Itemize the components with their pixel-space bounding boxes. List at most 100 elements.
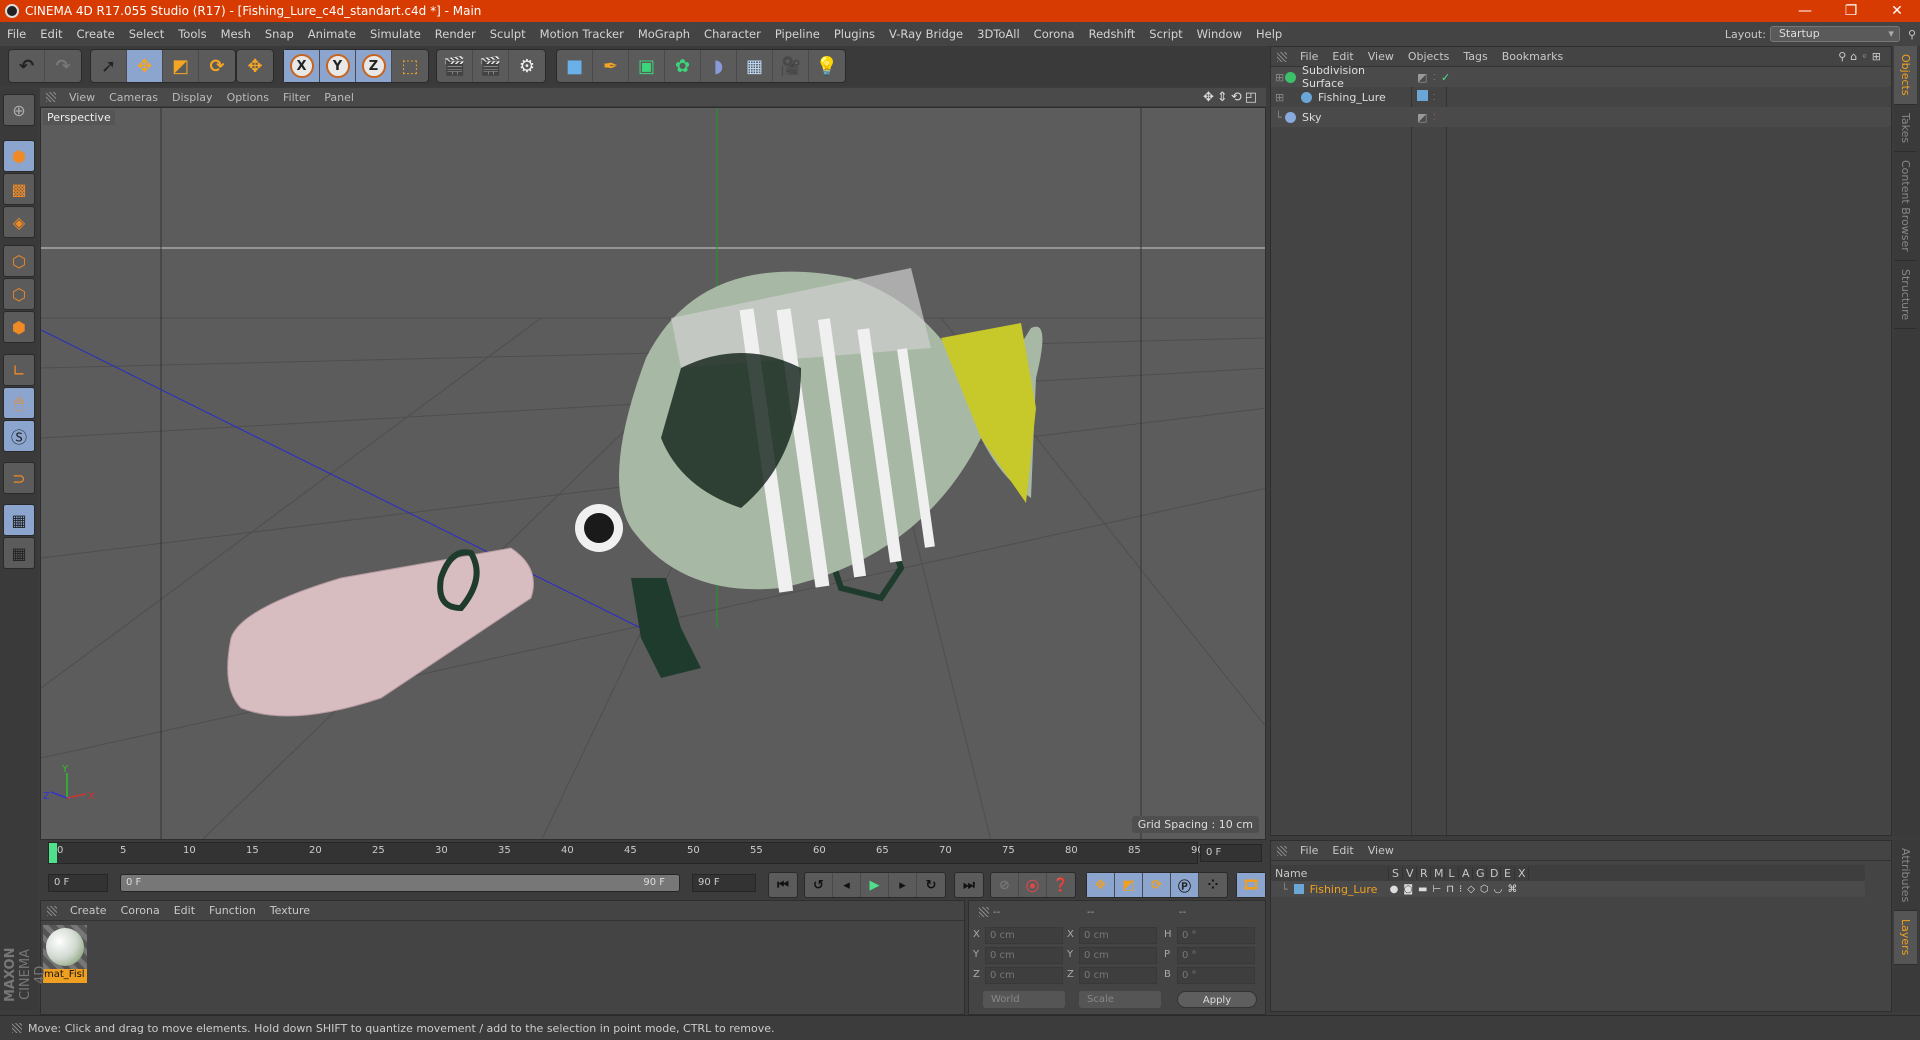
panel-grip[interactable] [47,905,57,916]
next-frame-icon[interactable]: ▸ [889,873,917,897]
object-menu-tags[interactable]: Tags [1456,50,1494,63]
model-mode-icon[interactable]: ⬢ [3,140,35,172]
object-row[interactable]: └ Sky ◩ ⁚ [1271,107,1891,127]
enable-axis-icon[interactable]: ∟ [3,354,35,386]
coord-field-v3[interactable]: 0 ° [1177,947,1255,964]
menu-script[interactable]: Script [1142,27,1189,41]
coord-field-v2[interactable]: 0 cm [1079,947,1157,964]
live-selection-icon[interactable]: ➚ [91,50,127,82]
play-icon[interactable]: ▶ [861,873,889,897]
cube-icon[interactable]: ■ [557,50,593,82]
object-row[interactable]: ⊞ Subdivision Surface ◩ ⁚ ✓ [1271,64,1891,90]
menu-corona[interactable]: Corona [1027,27,1082,41]
polygons-mode-icon[interactable]: ⬢ [3,311,35,343]
x-axis-lock-icon[interactable]: X [284,50,320,82]
object-menu-file[interactable]: File [1293,50,1325,63]
tweak-mode-icon[interactable]: 🖱 [3,387,35,419]
menu-motion-tracker[interactable]: Motion Tracker [533,27,631,41]
keyframe-selection-icon[interactable]: ❓ [1047,873,1075,897]
key-parameter-icon[interactable]: Ⓟ [1171,873,1199,897]
menu-render[interactable]: Render [428,27,483,41]
panel-grip[interactable] [979,907,989,917]
coord-field-v3[interactable]: 0 ° [1177,927,1255,944]
viewport-menu-filter[interactable]: Filter [276,91,317,104]
apply-button[interactable]: Apply [1177,991,1257,1008]
layer-column-m[interactable]: M [1431,866,1445,880]
enabled-check-icon[interactable]: ✓ [1441,71,1450,84]
menu-redshift[interactable]: Redshift [1082,27,1143,41]
snap-icon[interactable]: ⊃ [3,462,35,494]
planar-workplane-icon[interactable]: ▦ [3,537,35,569]
object-row[interactable]: ⊞ Fishing_Lure ⁚ [1271,87,1891,107]
dock-tab-content-browser[interactable]: Content Browser [1894,152,1917,261]
layer-column-x[interactable]: X [1515,866,1529,880]
key-scale-icon[interactable]: ◩ [1115,873,1143,897]
material-swatch[interactable]: mat_Fisl [43,925,87,983]
layer-column-d[interactable]: D [1487,866,1501,880]
layout-dropdown[interactable]: Startup [1769,26,1900,42]
key-rotation-icon[interactable]: ⟳ [1143,873,1171,897]
viewport-menu-options[interactable]: Options [220,91,276,104]
range-slider[interactable]: 0 F 90 F [120,874,680,892]
object-name[interactable]: Sky [1302,111,1402,124]
points-mode-icon[interactable]: ⬡ [3,245,35,277]
recent-move-icon[interactable]: ✥ [237,50,273,82]
menu-simulate[interactable]: Simulate [363,27,428,41]
viewport-menu-display[interactable]: Display [165,91,220,104]
current-frame-field[interactable]: 0 F [1200,844,1262,862]
dock-tab-takes[interactable]: Takes [1894,105,1917,152]
workplane-mode-icon[interactable]: ◈ [3,206,35,238]
coordinate-system-icon[interactable]: ⬚ [392,50,428,82]
menu-help[interactable]: Help [1249,27,1289,41]
camera-label[interactable]: Perspective [43,110,115,125]
coord-field-v3[interactable]: 0 ° [1177,967,1255,984]
layer-menu-edit[interactable]: Edit [1325,844,1360,857]
cloner-icon[interactable]: ✿ [665,50,701,82]
3d-viewport[interactable]: Y X Z Perspective Grid Spacing : 10 cm [40,107,1266,840]
menu-window[interactable]: Window [1190,27,1249,41]
layer-flag-icons[interactable]: ●◙▬⊢⊓⁝◇⬡◡⌘ [1390,884,1523,895]
viewport-menu-panel[interactable]: Panel [317,91,361,104]
panel-grip[interactable] [46,92,56,102]
object-menu-view[interactable]: View [1361,50,1401,63]
z-axis-lock-icon[interactable]: Z [356,50,392,82]
coordinate-space-dropdown[interactable]: World [983,991,1065,1008]
layer-menu-file[interactable]: File [1293,844,1325,857]
menu-create[interactable]: Create [70,27,122,41]
y-axis-lock-icon[interactable]: Y [320,50,356,82]
panel-grip[interactable] [1277,845,1287,856]
bend-deformer-icon[interactable]: ◗ [701,50,737,82]
timeline-ruler[interactable]: 0 5 10 15 20 25 30 35 40 45 50 55 60 65 70 75 80 85 90 [48,842,1204,864]
material-menu-create[interactable]: Create [63,904,114,917]
record-disabled-icon[interactable]: ⊘ [991,873,1019,897]
scale-tool-icon[interactable]: ◩ [163,50,199,82]
dock-tab-structure[interactable]: Structure [1894,261,1917,329]
menu-tools[interactable]: Tools [171,27,213,41]
panel-grip[interactable] [1277,51,1287,62]
render-view-icon[interactable]: 🎬 [437,50,473,82]
material-menu-function[interactable]: Function [202,904,263,917]
layer-column-l[interactable]: L [1445,866,1459,880]
autokey-icon[interactable]: ⦿ [1019,873,1047,897]
layer-row[interactable]: └ Fishing_Lure ●◙▬⊢⊓⁝◇⬡◡⌘ [1271,881,1865,897]
menu-select[interactable]: Select [122,27,171,41]
coord-field-v2[interactable]: 0 cm [1079,967,1157,984]
tree-expander-icon[interactable]: └ [1271,111,1285,124]
end-frame-field[interactable]: 90 F [692,874,756,892]
make-editable-icon[interactable]: ⊕ [3,94,35,126]
menu-snap[interactable]: Snap [258,27,301,41]
dock-tab-objects[interactable]: Objects [1894,46,1917,105]
key-pla-icon[interactable]: ⁘ [1199,873,1227,897]
menu-mograph[interactable]: MoGraph [631,27,697,41]
object-menu-bookmarks[interactable]: Bookmarks [1495,50,1570,63]
floor-icon[interactable]: ▦ [737,50,773,82]
layer-column-r[interactable]: R [1417,866,1431,880]
redo-icon[interactable]: ↷ [45,50,81,82]
layer-column-name[interactable]: Name [1271,866,1389,880]
object-name[interactable]: Fishing_Lure [1318,91,1418,104]
render-settings-icon[interactable]: ⚙ [509,50,545,82]
menu-pipeline[interactable]: Pipeline [768,27,827,41]
camera-icon[interactable]: 🎥 [773,50,809,82]
display-tag-icon[interactable]: ◩ [1417,71,1427,84]
solo-icon[interactable]: Ⓢ [3,420,35,452]
